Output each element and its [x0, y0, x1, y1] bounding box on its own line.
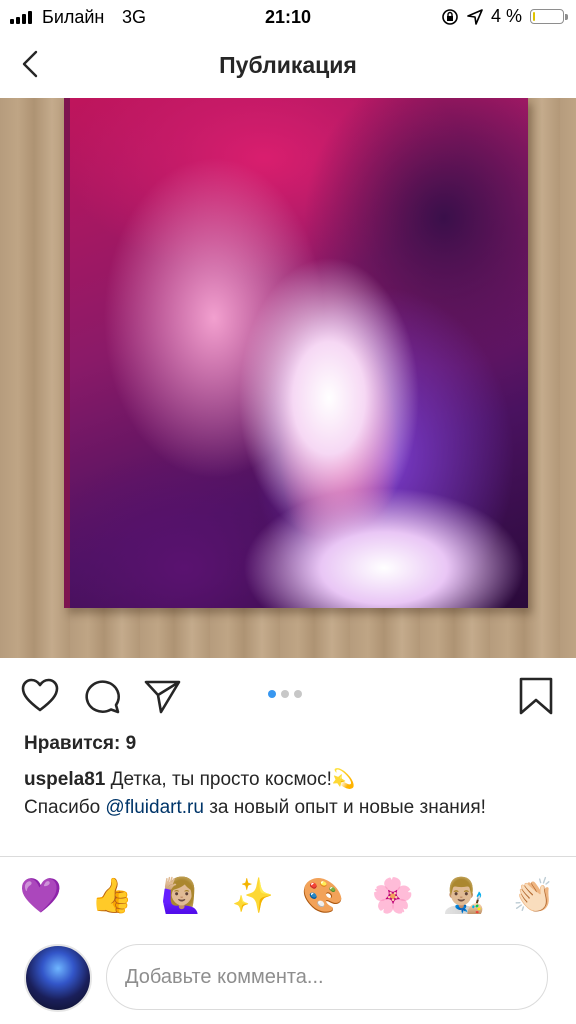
caption-text-3: за новый опыт и новые знания! [203, 797, 486, 818]
carousel-dot [268, 690, 276, 698]
emoji-purple-heart[interactable]: 💜 [17, 872, 65, 920]
post-caption: uspela81 Детка, ты просто космос!💫 Спаси… [24, 766, 554, 822]
caption-text-2: Спасибо [24, 797, 106, 818]
sparkle-emoji: 💫 [331, 769, 356, 790]
comment-bubble-icon[interactable] [82, 676, 122, 716]
emoji-blossom[interactable]: 🌸 [369, 872, 417, 920]
likes-count[interactable]: Нравится: 9 [24, 733, 136, 755]
carousel-dot [281, 690, 289, 698]
avatar [24, 944, 92, 1012]
page-title: Публикация [219, 52, 357, 78]
nav-bar: Публикация [0, 36, 576, 98]
battery-icon [530, 9, 568, 24]
carousel-dot [294, 690, 302, 698]
emoji-palette[interactable]: 🎨 [299, 872, 347, 920]
location-arrow-icon [467, 8, 483, 25]
emoji-raising-hand[interactable]: 🙋🏼‍♀️ [158, 872, 206, 920]
caption-mention-link[interactable]: @fluidart.ru [105, 797, 204, 818]
post-image[interactable] [0, 98, 576, 658]
heart-icon[interactable] [20, 676, 60, 716]
comment-input[interactable] [106, 944, 548, 1010]
emoji-artist[interactable]: 👨🏼‍🎨 [440, 872, 488, 920]
caption-text: Детка, ты просто космос! [105, 769, 332, 790]
bookmark-icon[interactable] [516, 676, 556, 716]
post-action-bar [0, 658, 576, 732]
emoji-thumbs-up[interactable]: 👍 [88, 872, 136, 920]
lock-rotation-icon [442, 8, 458, 25]
battery-percent: 4 % [490, 6, 522, 26]
canvas-edge [64, 98, 70, 608]
emoji-reaction-row: 💜 👍 🙋🏼‍♀️ ✨ 🎨 🌸 👨🏼‍🎨 👏🏻 [0, 872, 576, 922]
caption-username[interactable]: uspela81 [24, 769, 105, 790]
status-right-group: 4 % [441, 6, 568, 27]
battery-fill [533, 12, 535, 21]
status-bar: Билайн 3G 21:10 4 % [0, 0, 576, 36]
emoji-sparkles[interactable]: ✨ [229, 872, 277, 920]
painting-canvas [64, 98, 528, 608]
carousel-indicator [268, 690, 302, 698]
divider [0, 856, 576, 857]
paper-plane-icon[interactable] [142, 676, 182, 716]
emoji-clapping[interactable]: 👏🏻 [510, 872, 558, 920]
